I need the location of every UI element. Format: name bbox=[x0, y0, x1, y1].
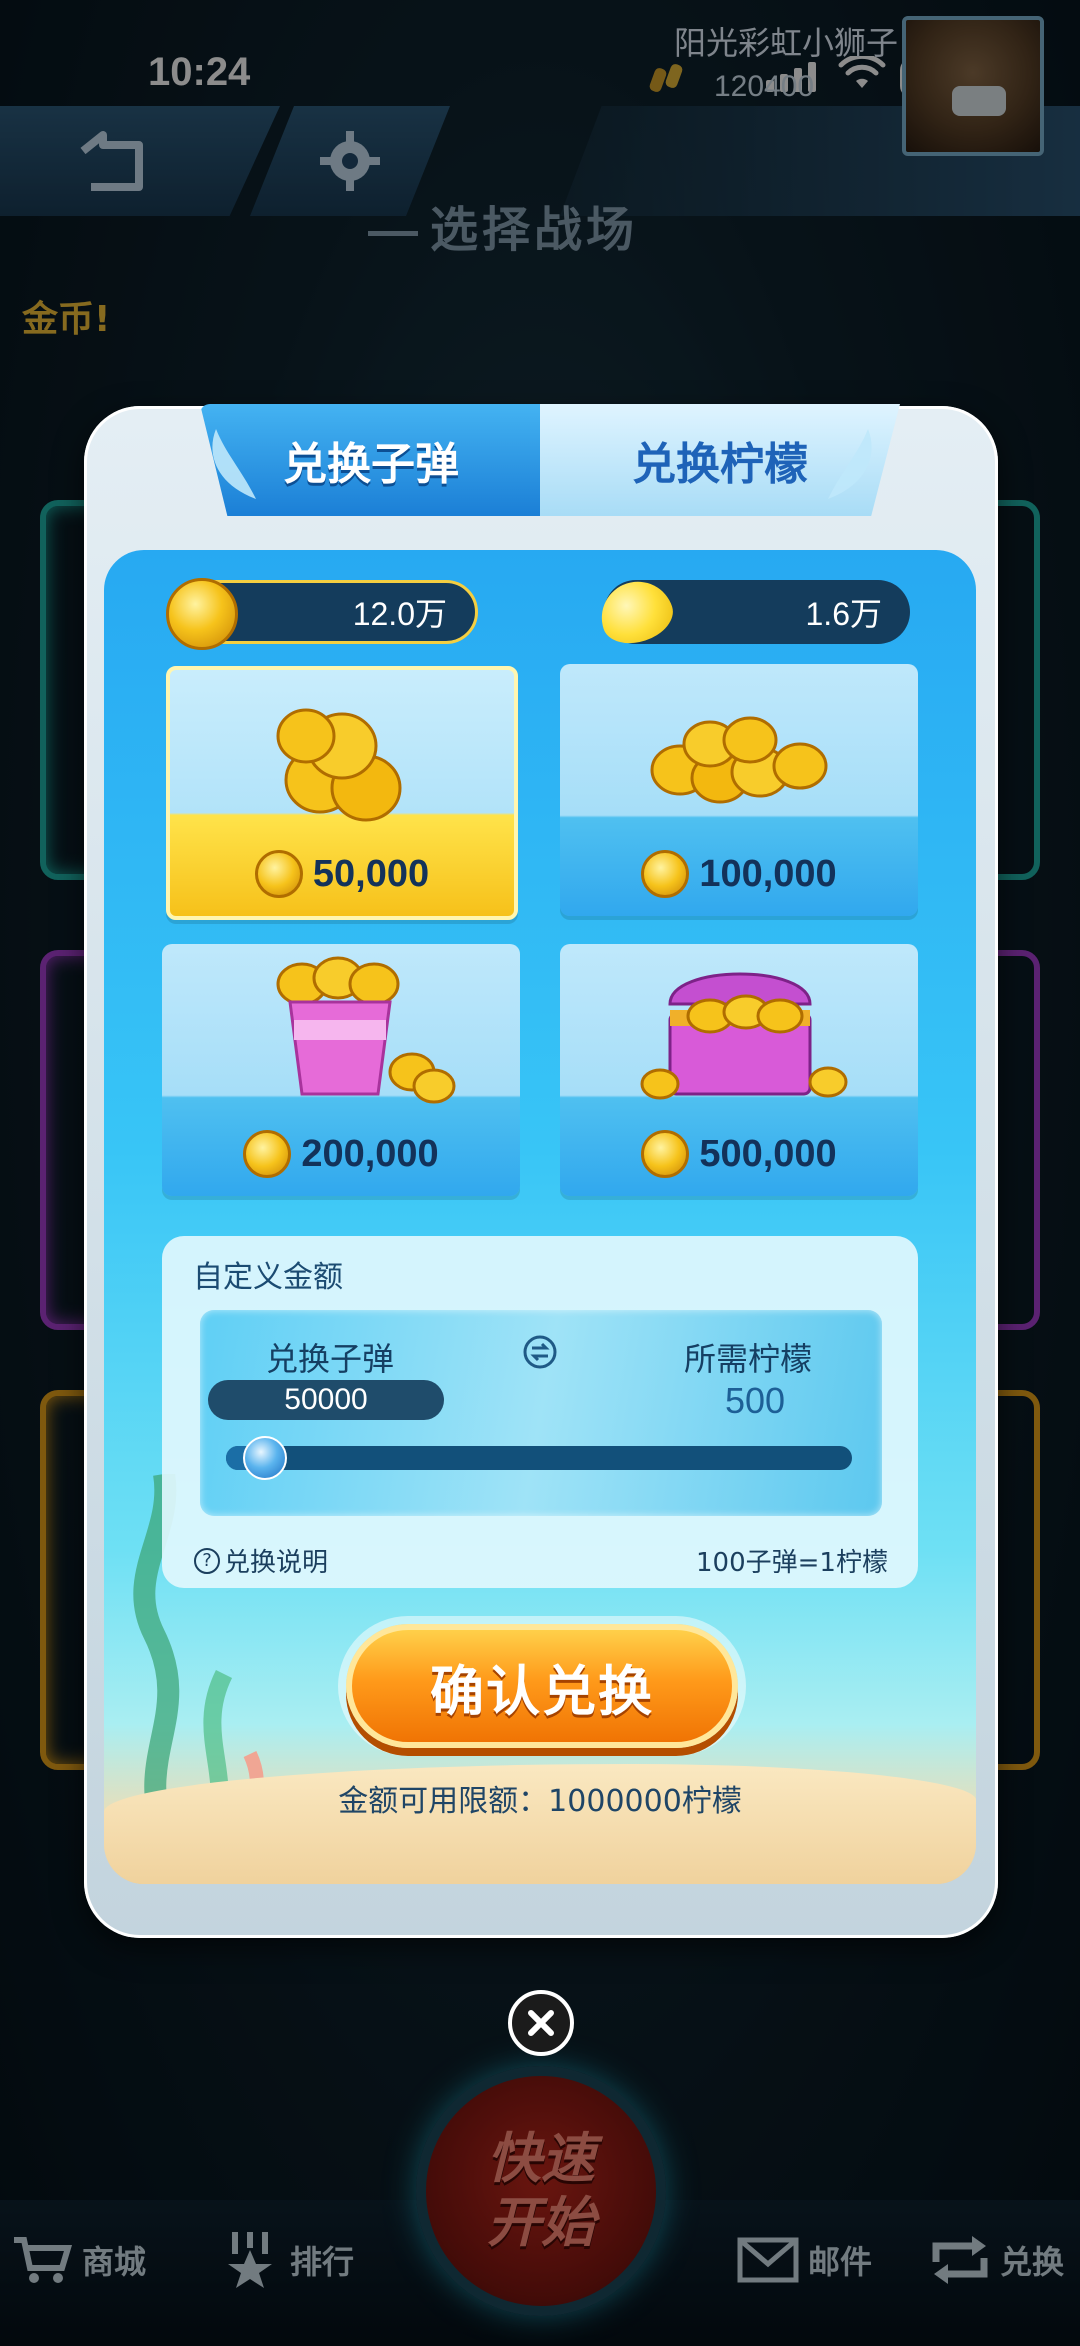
coin-bucket-icon bbox=[276, 956, 456, 1104]
coin-icon bbox=[254, 850, 303, 898]
bullet-amount-input[interactable]: 50000 bbox=[208, 1380, 444, 1420]
treasure-chest-icon bbox=[640, 972, 848, 1100]
package-price: 50,000 bbox=[170, 850, 514, 898]
package-price: 100,000 bbox=[560, 850, 918, 898]
package-amount: 50,000 bbox=[312, 852, 430, 895]
coin-pile-large-icon bbox=[650, 716, 828, 804]
coin-icon bbox=[641, 850, 690, 898]
package-amount: 200,000 bbox=[301, 1132, 439, 1175]
package-50000[interactable]: 50,000 bbox=[166, 666, 518, 920]
coin-icon bbox=[641, 1130, 690, 1178]
amount-slider-track[interactable] bbox=[226, 1446, 852, 1470]
help-label: 兑换说明 bbox=[224, 1548, 329, 1578]
lemon-needed-value: 500 bbox=[724, 1380, 786, 1421]
package-price: 500,000 bbox=[560, 1130, 918, 1178]
confirm-exchange-button[interactable]: 确认兑换 bbox=[346, 1624, 738, 1748]
close-icon bbox=[528, 2010, 554, 2036]
coin-icon bbox=[243, 1130, 292, 1178]
wing-right-icon bbox=[828, 429, 872, 499]
custom-amount-title: 自定义金额 bbox=[193, 1260, 343, 1295]
lemon-balance-value: 1.6万 bbox=[805, 596, 883, 632]
amount-slider-handle[interactable] bbox=[243, 1436, 288, 1480]
lemon-needed-label: 所需柠檬 bbox=[684, 1340, 813, 1378]
exchange-rate: 100子弹=1柠檬 bbox=[696, 1548, 888, 1578]
coin-pile-small-icon bbox=[276, 708, 402, 822]
question-icon: ? bbox=[194, 1547, 220, 1574]
exchange-help-link[interactable]: ? 兑换说明 bbox=[194, 1542, 328, 1579]
package-amount: 500,000 bbox=[699, 1132, 837, 1175]
exchange-limit: 金额可用限额：1000000柠檬 bbox=[338, 1784, 742, 1819]
dialog-tabs: 兑换子弹 兑换柠檬 bbox=[200, 404, 900, 522]
bullet-label: 兑换子弹 bbox=[266, 1340, 395, 1378]
swap-icon bbox=[523, 1335, 557, 1369]
package-amount: 100,000 bbox=[699, 852, 837, 895]
coin-icon bbox=[166, 578, 238, 650]
package-100000[interactable]: 100,000 bbox=[560, 664, 918, 916]
close-dialog-button[interactable] bbox=[508, 1990, 574, 2056]
package-500000[interactable]: 500,000 bbox=[560, 944, 918, 1196]
wing-left-icon bbox=[212, 429, 256, 499]
coin-balance-value: 12.0万 bbox=[352, 596, 447, 632]
package-price: 200,000 bbox=[162, 1130, 520, 1178]
package-200000[interactable]: 200,000 bbox=[162, 944, 520, 1196]
